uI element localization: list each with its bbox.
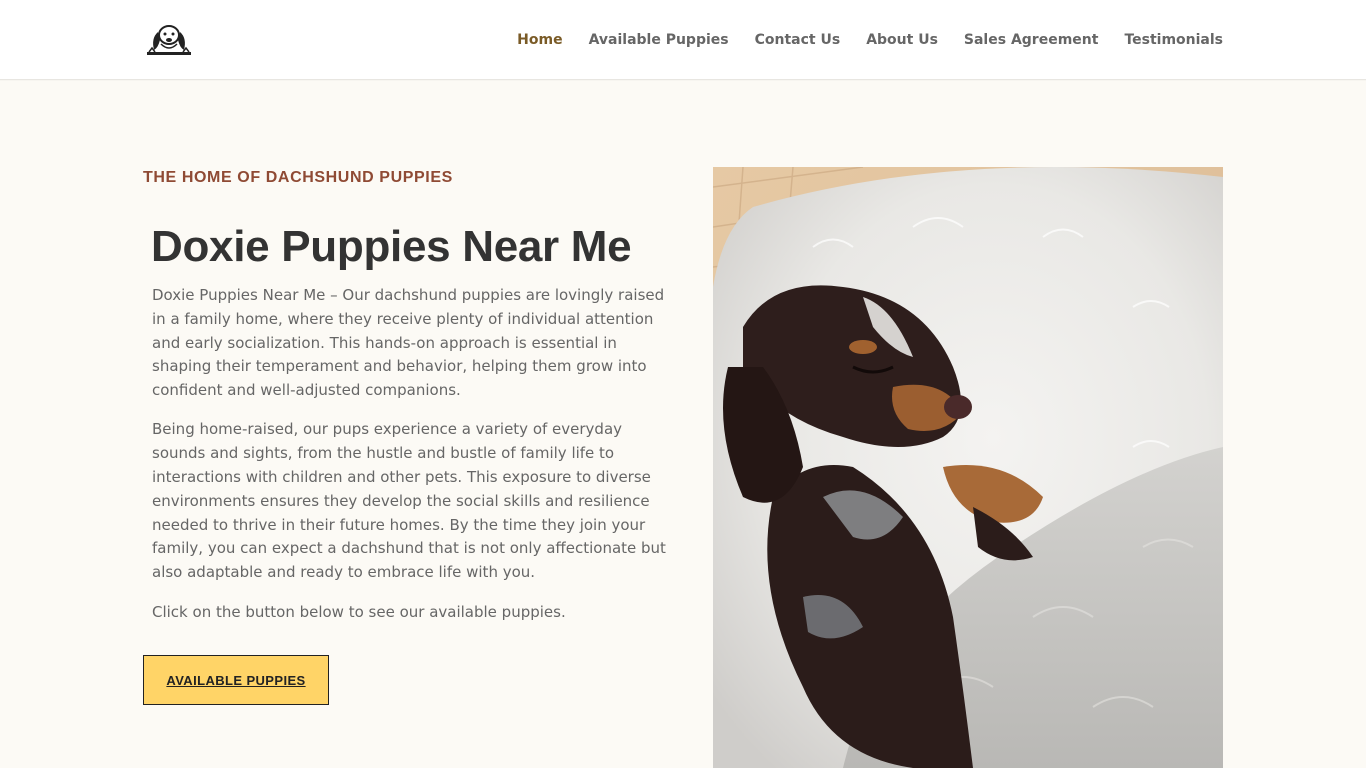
hero-body: Doxie Puppies Near Me – Our dachshund pu…	[152, 284, 676, 640]
nav-about-us[interactable]: About Us	[866, 32, 938, 48]
site-logo[interactable]	[145, 22, 193, 58]
hero-paragraph: Click on the button below to see our ava…	[152, 602, 566, 621]
hero-eyebrow: THE HOME OF DACHSHUND PUPPIES	[143, 169, 453, 186]
nav-testimonials[interactable]: Testimonials	[1124, 32, 1223, 48]
main-nav: Home Available Puppies Contact Us About …	[517, 0, 1223, 80]
hero-paragraph: Doxie Puppies Near Me – Our dachshund pu…	[152, 286, 665, 400]
available-puppies-button[interactable]: AVAILABLE PUPPIES	[143, 655, 329, 705]
site-header: Home Available Puppies Contact Us About …	[0, 0, 1366, 80]
nav-available-puppies[interactable]: Available Puppies	[589, 32, 729, 48]
puppy-photo	[713, 167, 1223, 768]
sleeping-puppy-image	[713, 167, 1223, 768]
nav-home[interactable]: Home	[517, 32, 562, 48]
dachshund-logo-icon	[147, 25, 191, 55]
nav-contact-us[interactable]: Contact Us	[755, 32, 841, 48]
nav-sales-agreement[interactable]: Sales Agreement	[964, 32, 1099, 48]
page-title: Doxie Puppies Near Me	[151, 222, 632, 271]
hero-paragraph: Being home-raised, our pups experience a…	[152, 420, 666, 582]
